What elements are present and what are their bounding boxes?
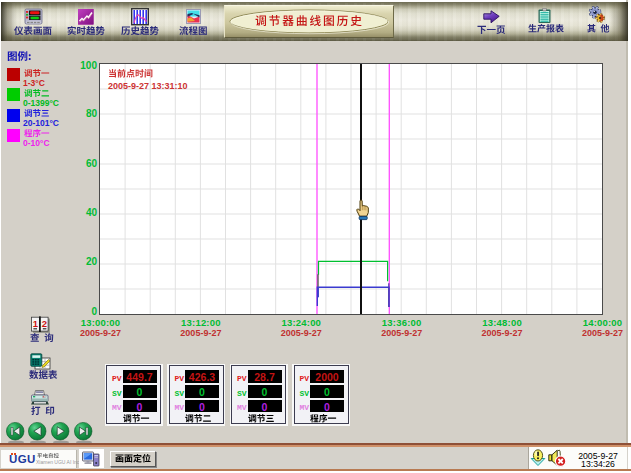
svg-text:2: 2 [42,318,47,329]
svg-text:1: 1 [33,318,39,329]
